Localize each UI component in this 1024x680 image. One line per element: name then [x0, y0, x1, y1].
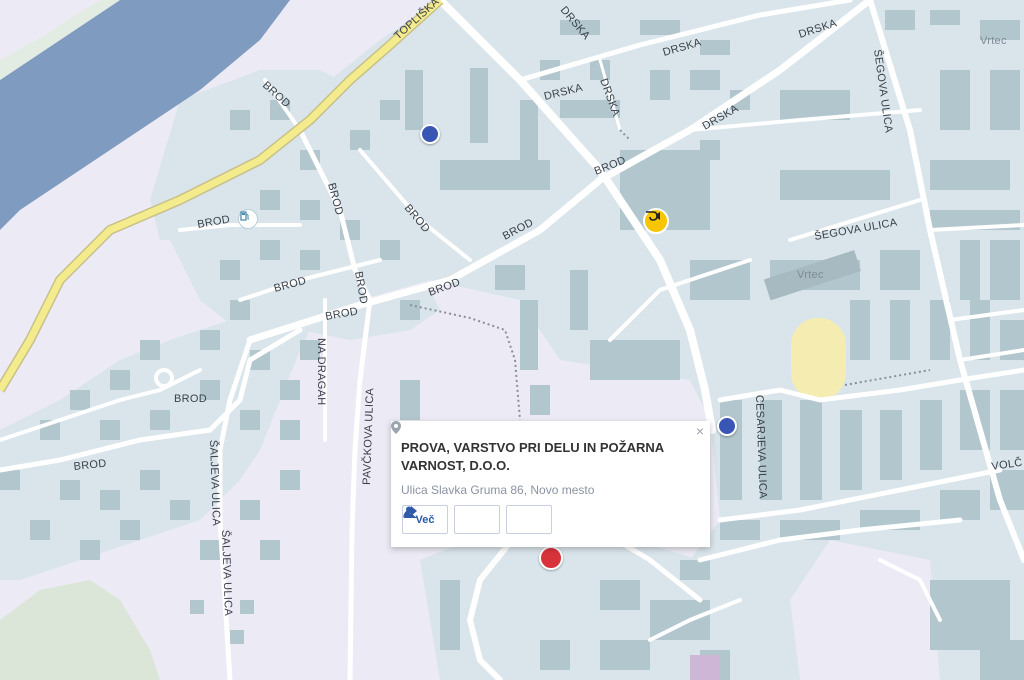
- directions-button[interactable]: [403, 505, 552, 534]
- building-purple: [690, 655, 720, 680]
- popup-address-text: Ulica Slavka Gruma 86, Novo mesto: [401, 483, 595, 497]
- location-pin-icon: [391, 421, 401, 434]
- stadium: [791, 318, 846, 400]
- popup-title: PROVA, VARSTVO PRI DELU IN POŽARNA VARNO…: [401, 440, 664, 473]
- location-dot-icon[interactable]: [717, 416, 737, 436]
- label-nadragah: NA DRAGAH: [315, 338, 327, 406]
- place-popup: × PROVA, VARSTVO PRI DELU IN POŽARNA VAR…: [391, 421, 710, 547]
- post-horn-glyph: [646, 211, 660, 221]
- location-dot-icon[interactable]: [420, 124, 440, 144]
- selected-pin-icon[interactable]: [539, 546, 563, 570]
- map[interactable]: TOPLIŠKA DRSKA DRSKA DRSKA DRSKA DRSKA D…: [0, 0, 1024, 680]
- contact-button[interactable]: [404, 505, 500, 534]
- fuel-glyph: [240, 211, 249, 221]
- share-arrow-icon: [403, 506, 417, 518]
- label-vrtec: Vrtec: [797, 269, 824, 281]
- popup-actions: Več: [402, 505, 552, 534]
- post-horn-icon[interactable]: [643, 208, 669, 234]
- label-vrtec: Vrtec: [980, 35, 1007, 47]
- label-brod: BROD: [174, 393, 207, 405]
- close-icon[interactable]: ×: [696, 423, 704, 439]
- more-button-label: Več: [415, 513, 435, 526]
- map-canvas[interactable]: TOPLIŠKA DRSKA DRSKA DRSKA DRSKA DRSKA D…: [0, 0, 1024, 680]
- popup-address: Ulica Slavka Gruma 86, Novo mesto: [391, 421, 700, 497]
- fuel-station-icon[interactable]: [238, 209, 258, 229]
